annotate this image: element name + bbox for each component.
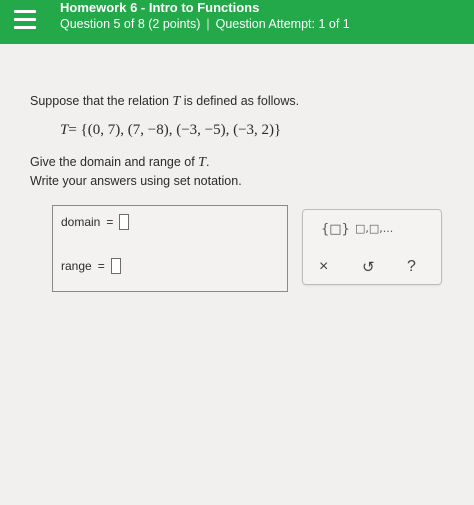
undo-icon[interactable]: ↺	[362, 258, 375, 276]
list-button[interactable]: □,□,...	[355, 222, 393, 235]
hamburger-menu-icon[interactable]	[14, 8, 38, 32]
question-info: Question 5 of 8 (2 points) | Question Atte…	[60, 17, 350, 31]
math-tool-panel: {□} □,□,... × ↺ ?	[302, 209, 442, 285]
range-label: range	[61, 259, 92, 273]
instruction-text: Write your answers using set notation.	[30, 174, 242, 188]
help-icon[interactable]: ?	[407, 258, 416, 276]
range-row: range =	[61, 258, 121, 274]
header-bar: Homework 6 - Intro to Functions Question…	[0, 0, 474, 44]
range-input[interactable]	[110, 258, 121, 274]
task-text: Give the domain and range of T.	[30, 155, 210, 170]
attempt-info: Question Attempt: 1 of 1	[215, 17, 350, 31]
domain-row: domain =	[61, 214, 130, 230]
assignment-title: Homework 6 - Intro to Functions	[60, 0, 260, 15]
equals-sign: =	[97, 259, 105, 273]
equals-sign: =	[106, 215, 114, 229]
divider: |	[206, 17, 210, 31]
problem-prompt: Suppose that the relation T is defined a…	[30, 94, 300, 109]
domain-label: domain	[61, 215, 101, 229]
clear-icon[interactable]: ×	[319, 258, 328, 276]
question-number: Question 5 of 8 (2 points)	[60, 17, 201, 31]
relation-definition: T= {(0, 7), (7, −8), (−3, −5), (−3, 2)}	[60, 122, 282, 138]
set-brackets-button[interactable]: {□}	[321, 222, 350, 237]
domain-input[interactable]	[119, 214, 130, 230]
answer-box: domain = range =	[52, 205, 288, 292]
